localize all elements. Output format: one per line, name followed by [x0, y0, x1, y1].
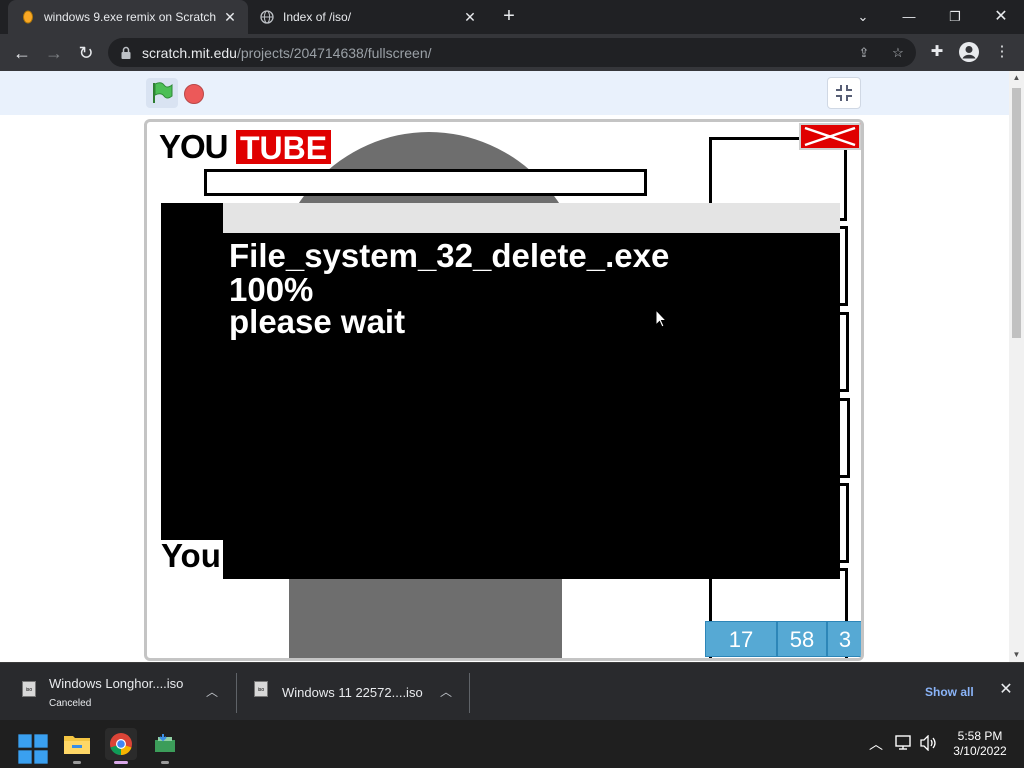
- tab-close-icon[interactable]: ✕: [222, 9, 238, 25]
- file-explorer-icon[interactable]: [61, 728, 93, 764]
- delete-progress-dialog: File_system_32_delete_.exe 100% please w…: [223, 203, 840, 579]
- scroll-down-icon[interactable]: ▼: [1009, 648, 1024, 662]
- mouse-cursor-icon: [655, 309, 667, 328]
- running-indicator: [73, 761, 81, 764]
- green-flag-icon: [153, 82, 173, 103]
- extensions-icon[interactable]: ✚: [926, 41, 948, 63]
- disk-utility-icon[interactable]: [149, 728, 181, 764]
- exit-fullscreen-icon: [836, 85, 852, 101]
- tray-chevron-icon[interactable]: ︿: [869, 734, 883, 754]
- download-status: Canceled: [49, 698, 92, 709]
- clock-time: 5:58 PM: [957, 729, 1003, 743]
- forward-icon[interactable]: →: [41, 40, 67, 66]
- globe-icon: [260, 10, 274, 24]
- scratch-favicon-icon: [23, 10, 33, 24]
- clock-date: 3/10/2022: [953, 744, 1007, 758]
- close-x-icon[interactable]: [799, 123, 861, 150]
- iso-file-icon: iso: [254, 681, 268, 697]
- taskbar-clock[interactable]: 5:58 PM 3/10/2022: [945, 729, 1015, 759]
- running-indicator: [161, 761, 169, 764]
- shelf-close-icon[interactable]: ✕: [997, 681, 1015, 699]
- tab-scratch[interactable]: windows 9.exe remix on Scratch ✕: [8, 0, 248, 34]
- fake-search-bar: [204, 169, 647, 196]
- counter-minutes: 58: [777, 621, 827, 657]
- stop-icon[interactable]: [184, 84, 204, 104]
- dialog-titlebar: [223, 203, 840, 233]
- tab-search-icon[interactable]: ⌄: [840, 0, 886, 34]
- minimize-icon[interactable]: —: [886, 0, 932, 34]
- scroll-thumb[interactable]: [1012, 88, 1021, 338]
- window-close-icon[interactable]: ✕: [978, 0, 1024, 34]
- dialog-filename: File_system_32_delete_.exe: [229, 237, 670, 274]
- lock-icon[interactable]: [118, 45, 134, 61]
- share-icon[interactable]: ⇪: [856, 45, 872, 61]
- you-fragment-text: You: [161, 537, 221, 574]
- tab-label: windows 9.exe remix on Scratch: [44, 10, 217, 24]
- counter-hours: 17: [705, 621, 777, 657]
- green-flag-button[interactable]: [146, 78, 178, 108]
- active-indicator: [114, 761, 128, 764]
- dialog-message: please wait: [229, 303, 406, 340]
- profile-icon[interactable]: [958, 41, 980, 63]
- scratch-stage[interactable]: YOU TUBE You File_system_32_delete_.exe …: [144, 119, 864, 661]
- download-item[interactable]: iso Windows 11 22572....iso ︿: [236, 663, 469, 721]
- download-shelf: iso Windows Longhor....iso Canceled ︿ is…: [0, 662, 1024, 720]
- tab-label: Index of /iso/: [283, 10, 352, 24]
- tab-iso-index[interactable]: Index of /iso/ ✕: [248, 0, 488, 34]
- url-host: scratch.mit.edu: [142, 45, 237, 61]
- black-panel: [161, 203, 225, 540]
- start-icon[interactable]: [17, 733, 49, 765]
- url-path: /projects/204714638/fullscreen/: [236, 45, 432, 61]
- tab-close-icon[interactable]: ✕: [462, 9, 478, 25]
- exit-fullscreen-button[interactable]: [827, 77, 861, 109]
- restore-icon[interactable]: ❐: [932, 0, 978, 34]
- iso-file-icon: iso: [22, 681, 36, 697]
- network-icon[interactable]: [895, 735, 913, 751]
- back-icon[interactable]: ←: [9, 40, 35, 66]
- star-icon[interactable]: ☆: [890, 45, 906, 61]
- address-bar[interactable]: scratch.mit.edu/projects/204714638/fulls…: [108, 38, 916, 67]
- scroll-up-icon[interactable]: ▲: [1009, 71, 1024, 85]
- page-content: YOU TUBE You File_system_32_delete_.exe …: [0, 71, 1009, 662]
- new-tab-button[interactable]: +: [498, 5, 520, 27]
- download-filename: Windows Longhor....iso: [49, 676, 184, 691]
- page-scrollbar[interactable]: ▲ ▼: [1009, 71, 1024, 662]
- download-item[interactable]: iso Windows Longhor....iso Canceled ︿: [0, 663, 236, 721]
- divider: [469, 673, 470, 713]
- counter-seconds: 3: [827, 621, 861, 657]
- menu-icon[interactable]: ⋮: [991, 41, 1013, 63]
- chevron-up-icon[interactable]: ︿: [206, 683, 218, 700]
- scratch-controls-bar: [0, 71, 1009, 115]
- url-text: scratch.mit.edu/projects/204714638/fulls…: [142, 45, 432, 61]
- volume-icon[interactable]: [920, 735, 938, 751]
- chrome-icon[interactable]: [105, 728, 137, 764]
- taskbar: ︿ 5:58 PM 3/10/2022: [0, 720, 1024, 768]
- download-filename: Windows 11 22572....iso: [282, 685, 423, 700]
- logo-tube: TUBE: [236, 130, 332, 166]
- tab-strip: windows 9.exe remix on Scratch ✕ Index o…: [0, 0, 1024, 34]
- chevron-up-icon[interactable]: ︿: [440, 683, 452, 700]
- show-all-link[interactable]: Show all: [925, 685, 974, 699]
- browser-toolbar: ← → ↻ scratch.mit.edu/projects/204714638…: [0, 34, 1024, 71]
- reload-icon[interactable]: ↻: [73, 40, 99, 66]
- logo-you: YOU: [159, 128, 229, 165]
